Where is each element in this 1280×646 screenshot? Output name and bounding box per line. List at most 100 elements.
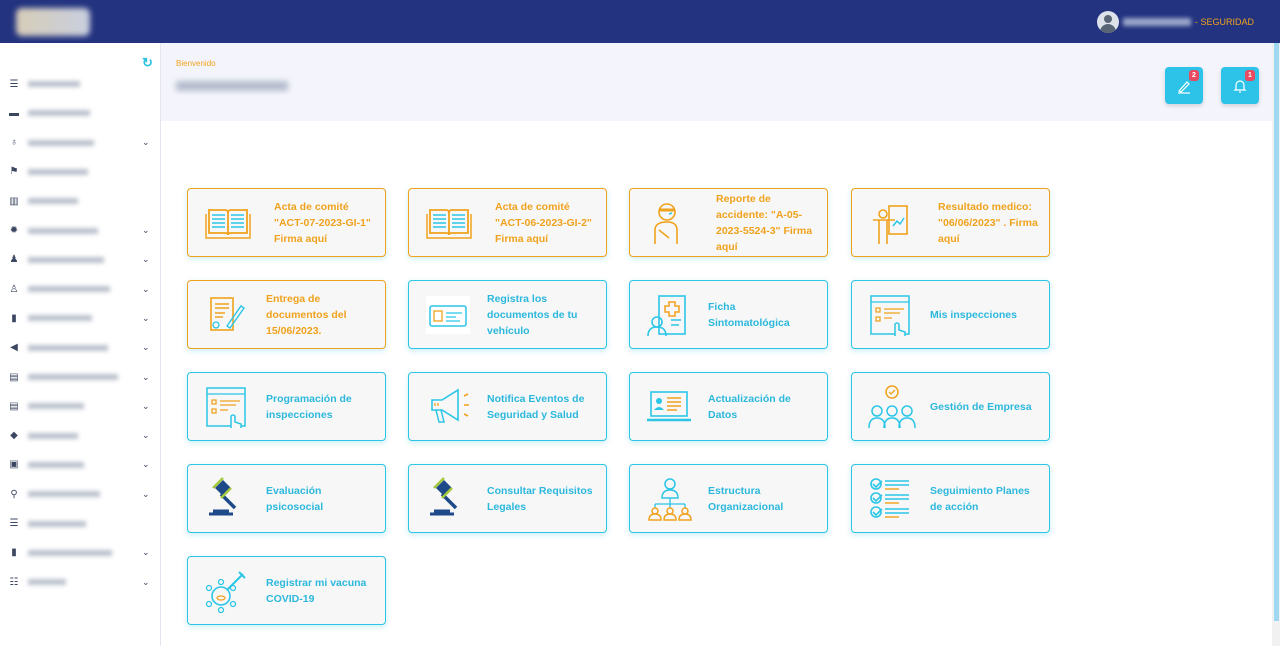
chevron-down-icon[interactable]: ⌄ [142, 137, 150, 148]
company-logo[interactable] [16, 8, 90, 36]
checklist-icon [870, 478, 909, 518]
shortcut-card-label: Resultado medico: "06/06/2023" . Firma a… [938, 200, 1038, 245]
chevron-down-icon[interactable]: ⌄ [142, 577, 150, 588]
user-menu[interactable]: - SEGURIDAD [1096, 11, 1254, 33]
list-check-icon: ☰ [9, 78, 19, 90]
chevron-down-icon[interactable]: ⌄ [142, 489, 150, 500]
laptop-profile-icon [647, 391, 691, 422]
shortcut-card[interactable]: Notifica Eventos de Seguridad y Salud [408, 372, 607, 441]
shortcut-card[interactable]: Entrega de documentos del 15/06/2023. [187, 280, 386, 349]
sidebar-item-label-redacted [28, 139, 94, 146]
sidebar-item-label-redacted [28, 579, 66, 586]
shortcut-card-label: Estructura Organizacional [708, 484, 784, 513]
shortcut-card-label: Acta de comité "ACT-06-2023-GI-2" Firma … [495, 200, 592, 245]
shortcut-card[interactable]: Gestión de Empresa [851, 372, 1050, 441]
sidebar-item[interactable]: ⚲ ⌄ [0, 481, 160, 507]
sidebar-item[interactable]: ♙ ⌄ [0, 276, 160, 302]
pending-signatures-button[interactable]: 2 [1165, 67, 1203, 104]
injured-person-icon [654, 203, 678, 244]
shortcut-card[interactable]: Acta de comité "ACT-07-2023-GI-1" Firma … [187, 188, 386, 257]
chevron-down-icon[interactable]: ⌄ [142, 547, 150, 558]
sidebar-item[interactable]: ◆ ⌄ [0, 423, 160, 449]
sidebar-item-label-redacted [28, 461, 84, 468]
medical-record-icon [647, 295, 686, 337]
chevron-down-icon[interactable]: ⌄ [142, 430, 150, 441]
chevron-down-icon[interactable]: ⌄ [142, 372, 150, 383]
shortcut-card[interactable]: Consultar Requisitos Legales [408, 464, 607, 533]
sidebar-item[interactable]: ▮ ⌄ [0, 305, 160, 331]
chevron-down-icon[interactable]: ⌄ [142, 254, 150, 265]
shortcut-card[interactable]: Estructura Organizacional [629, 464, 828, 533]
sidebar-item[interactable]: ⚑ [0, 159, 160, 185]
committee-icon: ▤ [9, 371, 19, 383]
sidebar-item[interactable]: ☰ [0, 511, 160, 537]
gavel-icon [430, 477, 458, 516]
checklist-click-icon [206, 387, 246, 428]
sidebar-item-label-redacted [28, 520, 86, 527]
medical-board-icon [873, 205, 908, 244]
shortcut-card[interactable]: Actualización de Datos [629, 372, 828, 441]
sidebar-item-label-redacted [28, 403, 84, 410]
sidebar-item-label-redacted [28, 81, 80, 87]
sidebar-item[interactable]: ▥ [0, 188, 160, 214]
shortcut-card[interactable]: Seguimiento Planes de acción [851, 464, 1050, 533]
notifications-button[interactable]: 1 [1221, 67, 1259, 104]
sidebar-item-label-redacted [28, 491, 100, 498]
signatures-badge: 2 [1189, 70, 1199, 81]
sidebar-item-label-redacted [28, 227, 98, 234]
shortcut-card[interactable]: Programación de inspecciones [187, 372, 386, 441]
scrollbar-thumb[interactable] [1274, 43, 1279, 621]
shortcut-card[interactable]: Registrar mi vacuna COVID-19 [187, 556, 386, 625]
sidebar-item[interactable]: ◀ ⌄ [0, 335, 160, 361]
page-scrollbar[interactable] [1272, 43, 1280, 646]
shortcut-card[interactable]: Evaluación psicosocial [187, 464, 386, 533]
avatar [1096, 11, 1119, 33]
flag-icon: ⚑ [9, 166, 19, 178]
sidebar-item[interactable]: ▮ ⌄ [0, 540, 160, 566]
shortcut-card[interactable]: Resultado medico: "06/06/2023" . Firma a… [851, 188, 1050, 257]
sidebar-item[interactable]: ✹ ⌄ [0, 218, 160, 244]
list-check-icon: ☰ [9, 518, 19, 529]
chevron-down-icon[interactable]: ⌄ [142, 284, 150, 295]
shortcut-card-label: Gestión de Empresa [930, 400, 1032, 413]
shortcut-card-label: Consultar Requisitos Legales [487, 484, 593, 513]
org-chart-icon [648, 478, 692, 521]
sidebar-item[interactable]: ♁ ⌄ [0, 130, 160, 156]
sidebar-item-label-redacted [28, 344, 108, 351]
microscope-icon: ⚲ [10, 488, 18, 500]
user-name-redacted [176, 81, 288, 91]
sidebar-item[interactable]: ☷ ⌄ [0, 569, 160, 595]
ppe-icon: ◆ [10, 430, 18, 442]
shortcut-card[interactable]: Acta de comité "ACT-06-2023-GI-2" Firma … [408, 188, 607, 257]
award-icon: ♁ [10, 137, 18, 149]
sidebar-item[interactable]: ♟ ⌄ [0, 247, 160, 273]
sidebar-item[interactable]: ▬ [0, 100, 160, 126]
sidebar-item[interactable]: ▤ ⌄ [0, 393, 160, 419]
book-icon [426, 209, 472, 239]
user-doctor-icon: ♟ [9, 254, 19, 266]
chevron-down-icon[interactable]: ⌄ [142, 313, 150, 324]
sidebar-item-label-redacted [28, 168, 88, 175]
shortcut-card-label: Seguimiento Planes de acción [930, 484, 1030, 513]
shortcut-card-label: Mis inspecciones [930, 308, 1017, 321]
file-icon: ▮ [11, 547, 17, 559]
shortcut-card[interactable]: Registra los documentos de tu vehículo [408, 280, 607, 349]
shortcut-card-label: Registrar mi vacuna COVID-19 [266, 576, 367, 605]
shortcut-card[interactable]: Ficha Sintomatológica [629, 280, 828, 349]
chevron-down-icon[interactable]: ⌄ [142, 401, 150, 412]
sidebar-item[interactable]: ▣ ⌄ [0, 452, 160, 478]
sidebar-item[interactable]: ▤ ⌄ [0, 364, 160, 390]
megaphone-icon: ◀ [10, 342, 18, 354]
shortcut-card[interactable]: Mis inspecciones [851, 280, 1050, 349]
chevron-down-icon[interactable]: ⌄ [142, 459, 150, 470]
sidebar-item[interactable]: ☰ [0, 71, 160, 97]
shortcut-card-label: Actualización de Datos [708, 392, 791, 421]
user-role: - SEGURIDAD [1194, 17, 1254, 27]
bookmark-icon: ▮ [11, 312, 17, 324]
shortcut-card[interactable]: Reporte de accidente: "A-05-2023-5524-3"… [629, 188, 828, 257]
signed-document-icon [210, 297, 245, 331]
chevron-down-icon[interactable]: ⌄ [142, 342, 150, 353]
refresh-icon[interactable]: ↻ [142, 55, 153, 71]
sidebar: ↻ ☰ ▬ ♁ ⌄ ⚑ ▥ ✹ ⌄ ♟ ⌄ ♙ ⌄ ▮ ⌄ ◀ ⌄ ▤ ⌄ ▤ … [0, 43, 161, 646]
chevron-down-icon[interactable]: ⌄ [142, 225, 150, 236]
